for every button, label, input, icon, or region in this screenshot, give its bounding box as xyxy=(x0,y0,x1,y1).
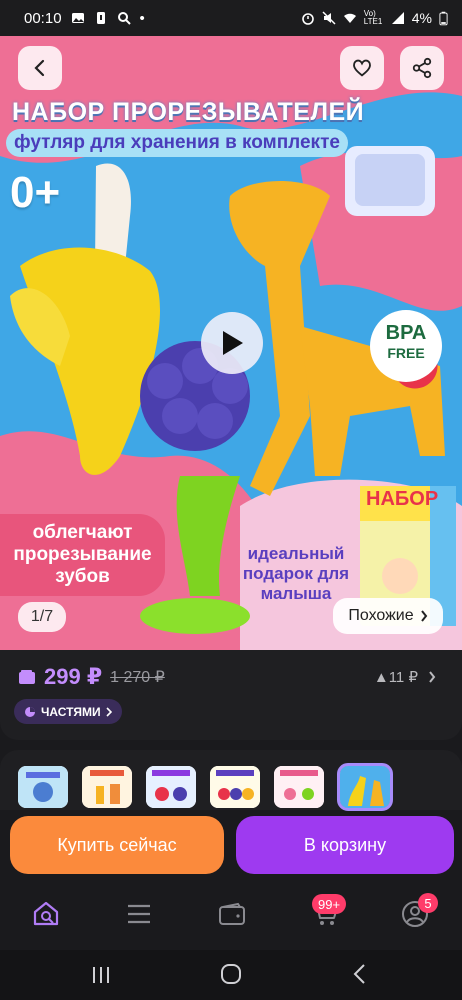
wallet-icon xyxy=(19,670,35,684)
variant-thumbnail[interactable] xyxy=(274,766,324,808)
hero-subtitle: футляр для хранения в комплекте xyxy=(6,129,348,157)
search-icon xyxy=(117,12,131,25)
variant-thumbnail[interactable] xyxy=(18,766,68,808)
similar-button[interactable]: Похожие xyxy=(333,598,443,634)
tab-home[interactable] xyxy=(28,896,64,932)
variant-thumbnail[interactable] xyxy=(82,766,132,808)
gallery-icon xyxy=(71,13,84,23)
back-button[interactable] xyxy=(18,46,62,90)
menu-icon xyxy=(128,904,150,924)
profile-badge: 5 xyxy=(418,893,438,913)
system-nav-bar xyxy=(0,950,462,1000)
image-counter: 1/7 xyxy=(18,602,66,632)
alarm-icon xyxy=(301,13,314,25)
price-change-amount: 11 ₽ xyxy=(388,669,418,686)
add-to-cart-button[interactable]: В корзину xyxy=(236,816,454,874)
variant-thumbnail-selected[interactable] xyxy=(337,763,393,811)
share-icon xyxy=(412,57,432,79)
box-label: НАБОР xyxy=(366,488,439,510)
signal-icon xyxy=(391,12,404,24)
price-change[interactable]: ▲11 ₽ xyxy=(374,668,436,686)
cart-badge: 99+ xyxy=(312,894,347,914)
chevron-right-icon xyxy=(420,610,427,622)
play-icon xyxy=(223,331,243,355)
free-label: FREE xyxy=(387,345,425,361)
mute-icon xyxy=(322,11,336,25)
old-price: 1 270 ₽ xyxy=(110,669,165,686)
network-label: Vo) LTE1 xyxy=(363,9,383,26)
home-search-icon xyxy=(33,901,59,926)
variant-thumbnail[interactable] xyxy=(210,766,260,808)
chevron-right-icon xyxy=(106,706,112,717)
hero-gift-text: идеальный подарок для малыша xyxy=(242,544,350,603)
bpa-free-badge: BPA FREE xyxy=(370,310,442,382)
current-price: 299 ₽ xyxy=(44,664,103,689)
battery-saver-icon xyxy=(96,12,105,24)
battery-percent: 4% xyxy=(411,10,432,26)
status-bar: 00:10 • Vo) LTE1 4% xyxy=(0,0,462,36)
pie-icon xyxy=(25,706,35,717)
variant-thumbnail[interactable] xyxy=(146,766,196,808)
buy-now-button[interactable]: Купить сейчас xyxy=(10,816,224,874)
favorite-button[interactable] xyxy=(340,46,384,90)
dot-icon: • xyxy=(139,9,145,27)
play-video-button[interactable] xyxy=(201,312,263,374)
status-time: 00:10 xyxy=(24,9,62,27)
recent-apps-icon[interactable] xyxy=(90,964,112,986)
price-change-value: ▲11 ₽ xyxy=(373,669,418,686)
battery-icon xyxy=(439,11,448,25)
hero-title: НАБОР ПРОРЕЗЫВАТЕЛЕЙ xyxy=(12,98,365,126)
tab-catalog[interactable] xyxy=(121,896,157,932)
installment-label: ЧАСТЯМИ xyxy=(41,704,101,719)
chevron-right-icon xyxy=(429,671,436,683)
share-button[interactable] xyxy=(400,46,444,90)
wifi-icon xyxy=(343,13,356,23)
price-row: 299 ₽ 1 270 ₽ xyxy=(18,664,165,690)
home-button-icon[interactable] xyxy=(220,963,242,985)
heart-icon xyxy=(353,59,371,77)
similar-label: Похожие xyxy=(348,607,414,624)
back-nav-icon[interactable] xyxy=(352,963,368,985)
tab-wallet[interactable] xyxy=(214,896,250,932)
back-icon xyxy=(34,59,45,77)
bpa-label: BPA xyxy=(385,322,427,344)
hero-age-label: 0+ xyxy=(10,168,61,217)
card-icon xyxy=(219,902,245,925)
hero-benefit-text: облегчают прорезывание зубов xyxy=(0,514,165,596)
installment-button[interactable]: ЧАСТЯМИ xyxy=(14,699,122,724)
